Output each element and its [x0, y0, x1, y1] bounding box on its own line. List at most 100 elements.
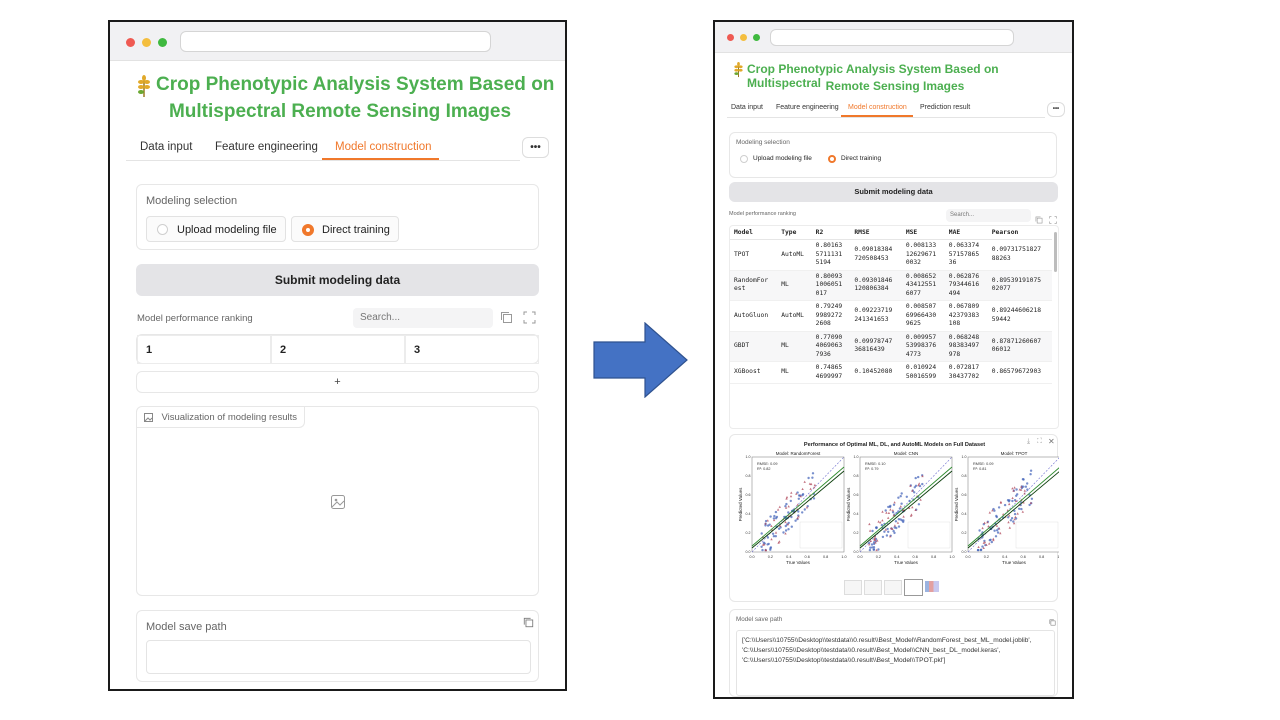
- submit-modeling-data-button[interactable]: Submit modeling data: [136, 264, 539, 296]
- close-window-dot[interactable]: [126, 38, 135, 47]
- address-bar[interactable]: [770, 29, 1014, 46]
- tab-feature-engineering[interactable]: Feature engineering: [215, 141, 318, 153]
- train-point: [812, 497, 816, 500]
- train-point: [1026, 488, 1029, 491]
- copy-icon[interactable]: [500, 311, 513, 329]
- add-row-button[interactable]: +: [136, 371, 539, 393]
- radio-direct[interactable]: [828, 155, 836, 163]
- table-scrollbar[interactable]: [1054, 232, 1057, 272]
- more-tabs-button[interactable]: •••: [522, 137, 549, 158]
- minimize-window-dot[interactable]: [142, 38, 151, 47]
- x-tick-label: 0.2: [984, 555, 989, 559]
- train-point: [917, 503, 921, 506]
- panel-title: Model: CNN: [894, 451, 919, 456]
- train-point: [761, 548, 764, 552]
- header-mae[interactable]: MAE: [944, 226, 988, 240]
- train-point: [905, 495, 908, 498]
- model-save-path-textbox[interactable]: ['C:\\Users\\10755\\Desktop\\testdata\\0…: [736, 630, 1055, 696]
- option-upload-label: Upload modeling file: [177, 224, 277, 236]
- minimize-window-dot[interactable]: [740, 34, 747, 41]
- save-path-line-1: ['C:\\Users\\10755\\Desktop\\testdata\\0…: [742, 637, 1032, 644]
- submit-modeling-data-button[interactable]: Submit modeling data: [729, 182, 1058, 202]
- train-point: [1013, 512, 1017, 516]
- train-point: [769, 515, 772, 518]
- ranking-search-input[interactable]: Search...: [353, 308, 493, 328]
- performance-table-container[interactable]: Model Type R2 RMSE MSE MAE Pearson TPOT …: [729, 225, 1059, 429]
- x-axis-label: True Values: [786, 560, 811, 565]
- header-rmse[interactable]: RMSE: [850, 226, 902, 240]
- train-point: [979, 548, 983, 552]
- maximize-window-dot[interactable]: [158, 38, 167, 47]
- train-point: [1010, 517, 1014, 520]
- header-r2[interactable]: R2: [811, 226, 851, 240]
- cell-mse: 0.009957 53998376 4773: [901, 331, 945, 362]
- thumbnail-1[interactable]: [844, 580, 862, 595]
- x-tick-label: 0.0: [857, 555, 862, 559]
- train-point: [777, 527, 781, 530]
- visualization-panel: Visualization of modeling results: [136, 406, 539, 596]
- cell-type: AutoML: [777, 300, 812, 332]
- cell-model: XGBoost: [730, 361, 778, 384]
- train-point: [868, 548, 872, 552]
- thumbnail-3[interactable]: [884, 580, 902, 595]
- train-point: [801, 511, 804, 514]
- cell-mse: 0.010924 50016599: [901, 361, 945, 384]
- train-point: [1020, 507, 1023, 511]
- browser-chrome: [110, 22, 565, 61]
- copy-path-icon[interactable]: [523, 615, 534, 633]
- modeling-selection-panel: Modeling selection Upload modeling file …: [136, 184, 539, 250]
- tab-data-input[interactable]: Data input: [731, 104, 763, 111]
- column-header-1[interactable]: 1: [137, 335, 271, 364]
- ranking-search-input[interactable]: Search...: [946, 209, 1031, 222]
- radio-upload[interactable]: [157, 224, 168, 235]
- train-point: [1011, 499, 1014, 503]
- header-mse[interactable]: MSE: [901, 226, 945, 240]
- tab-bar: Data input Feature engineering Model con…: [727, 102, 1045, 118]
- tab-model-construction[interactable]: Model construction: [848, 104, 907, 111]
- address-bar[interactable]: [180, 31, 491, 52]
- cell-rmse: 0.09223719 241341653: [850, 300, 902, 332]
- column-header-2[interactable]: 2: [271, 335, 405, 364]
- tab-feature-engineering[interactable]: Feature engineering: [776, 104, 839, 111]
- option-upload-modeling-file[interactable]: Upload modeling file: [146, 216, 286, 242]
- tab-prediction-result[interactable]: Prediction result: [920, 104, 970, 111]
- header-type[interactable]: Type: [777, 226, 812, 240]
- thumbnail-2[interactable]: [864, 580, 882, 595]
- tab-model-construction[interactable]: Model construction: [335, 141, 432, 153]
- radio-direct[interactable]: [302, 224, 314, 236]
- tab-data-input[interactable]: Data input: [140, 141, 192, 153]
- y-tick-label: 0.2: [962, 531, 967, 535]
- option-direct-label[interactable]: Direct training: [841, 155, 881, 162]
- column-header-3[interactable]: 3: [405, 335, 539, 364]
- train-point: [1026, 482, 1029, 485]
- train-point: [978, 529, 981, 532]
- header-model[interactable]: Model: [730, 226, 778, 240]
- thumbnail-4-active[interactable]: [904, 579, 923, 596]
- panel-stats-rmse: RMSE: 0.09: [757, 462, 777, 466]
- train-point: [900, 519, 904, 522]
- thumbnail-5[interactable]: [925, 581, 939, 592]
- cell-mae: 0.068248 98383497 978: [944, 331, 988, 362]
- browser-chrome: [715, 22, 1072, 53]
- active-tab-underline: [841, 115, 913, 117]
- fullscreen-icon[interactable]: [523, 311, 536, 329]
- option-direct-training[interactable]: Direct training: [291, 216, 399, 242]
- train-point: [886, 527, 889, 531]
- radio-upload[interactable]: [740, 155, 748, 163]
- x-tick-label: 0.8: [931, 555, 936, 559]
- maximize-window-dot[interactable]: [753, 34, 760, 41]
- copy-path-icon[interactable]: [1049, 613, 1056, 631]
- table-row: GBDT ML 0.77090 4069063 7936 0.09978747 …: [730, 331, 1052, 362]
- train-point: [774, 510, 778, 514]
- model-save-path-textbox[interactable]: [146, 640, 531, 674]
- train-point: [872, 548, 875, 551]
- y-tick-label: 1.0: [962, 455, 967, 459]
- close-window-dot[interactable]: [727, 34, 734, 41]
- train-point: [997, 506, 1001, 509]
- more-tabs-button[interactable]: •••: [1047, 102, 1065, 117]
- option-upload-label[interactable]: Upload modeling file: [753, 155, 812, 162]
- header-pearson[interactable]: Pearson: [987, 226, 1052, 240]
- train-point: [767, 542, 770, 546]
- train-point: [803, 508, 806, 511]
- train-point: [1003, 503, 1007, 507]
